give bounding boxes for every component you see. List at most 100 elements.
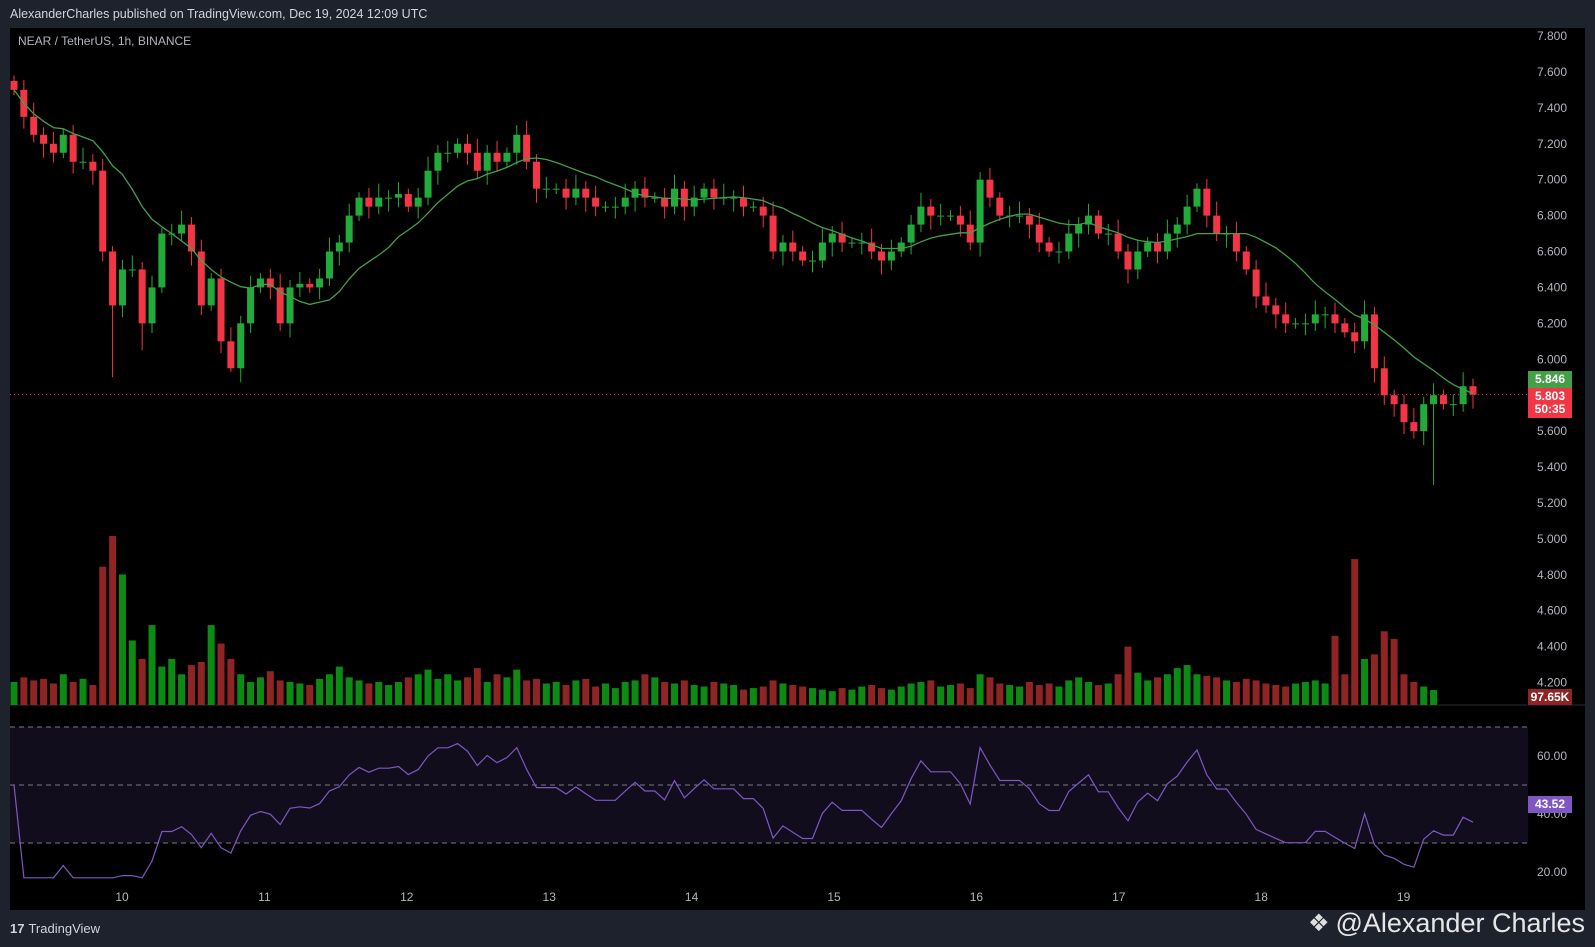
candle xyxy=(1439,389,1447,410)
candle-body xyxy=(887,251,895,261)
candle-body xyxy=(1104,233,1112,235)
candle xyxy=(631,181,639,212)
volume-bar xyxy=(631,680,639,705)
volume-bar xyxy=(1321,683,1329,705)
candle-body xyxy=(1035,224,1043,243)
volume-bar xyxy=(680,680,688,705)
candle-body xyxy=(523,134,531,162)
candle-body xyxy=(1321,314,1329,316)
volume-bar xyxy=(966,688,974,705)
candle xyxy=(1065,219,1073,260)
candle-body xyxy=(1183,206,1191,225)
candle xyxy=(1114,219,1122,260)
candle xyxy=(345,203,353,253)
candle-body xyxy=(10,80,18,90)
candle xyxy=(237,315,245,383)
time-tick-label: 18 xyxy=(1255,890,1269,904)
volume-bar xyxy=(700,686,708,705)
candle-body xyxy=(128,269,136,271)
price-tick-label: 6.600 xyxy=(1537,245,1567,259)
candle xyxy=(1449,394,1457,417)
volume-bar xyxy=(1292,683,1300,705)
candle-body xyxy=(296,283,304,288)
volume-bar xyxy=(306,685,314,705)
candle xyxy=(454,138,462,159)
candle xyxy=(325,237,333,287)
volume-bar xyxy=(79,678,87,705)
candle xyxy=(424,156,432,206)
candle xyxy=(59,129,67,159)
volume-bar xyxy=(956,683,964,705)
candle-body xyxy=(611,206,619,208)
candle-body xyxy=(69,134,77,162)
volume-bar xyxy=(917,681,925,705)
volume-bar xyxy=(976,674,984,705)
volume-bar xyxy=(1193,674,1201,705)
candle xyxy=(523,120,531,170)
time-tick-label: 12 xyxy=(400,890,414,904)
candle-body xyxy=(1154,242,1162,252)
candle-body xyxy=(1016,215,1024,217)
candle-body xyxy=(670,188,678,207)
candle xyxy=(917,192,925,233)
volume-bar xyxy=(463,677,471,705)
candle xyxy=(306,278,314,293)
candle xyxy=(473,138,481,179)
candle xyxy=(769,201,777,260)
volume-bar xyxy=(1144,680,1152,705)
volume-bar xyxy=(1154,677,1162,705)
candle xyxy=(40,127,48,158)
candle xyxy=(1223,226,1231,248)
candle-body xyxy=(49,143,57,153)
candle xyxy=(385,190,393,212)
price-tick-label: 7.600 xyxy=(1537,65,1567,79)
candle xyxy=(1410,408,1418,439)
volume-bar xyxy=(799,686,807,705)
candle xyxy=(956,205,964,237)
candle xyxy=(1144,237,1152,257)
candle-body xyxy=(956,215,964,225)
candle-body xyxy=(1203,188,1211,216)
candle xyxy=(611,196,619,219)
volume-bar xyxy=(335,666,343,705)
rsi-tick-label: 20.00 xyxy=(1537,865,1567,879)
chart-canvas[interactable]: 7.800 7.600 7.400 7.200 7.000 6.800 6.600 6.400… xyxy=(0,0,1595,947)
volume-bar xyxy=(1025,681,1033,705)
symbol-legend[interactable]: NEAR / TetherUS, 1h, BINANCE xyxy=(18,34,191,48)
volume-bar xyxy=(1242,678,1250,705)
candle-body xyxy=(473,152,481,171)
candle-body xyxy=(109,251,117,306)
volume-bar xyxy=(611,688,619,705)
candle xyxy=(1282,302,1290,334)
candle-body xyxy=(1292,323,1300,325)
volume-bar xyxy=(582,678,590,705)
price-tick-label: 6.000 xyxy=(1537,352,1567,366)
candle xyxy=(779,234,787,266)
candle-body xyxy=(1341,323,1349,333)
candle xyxy=(1193,183,1201,213)
candle xyxy=(1361,300,1369,349)
candle-body xyxy=(976,179,984,243)
candle-body xyxy=(1262,296,1270,306)
candle xyxy=(680,181,688,221)
candle xyxy=(1242,246,1250,275)
volume-bar xyxy=(907,683,915,705)
volume-bar xyxy=(552,681,560,705)
volume-bar xyxy=(592,686,600,705)
volume-bar xyxy=(601,683,609,705)
rsi-value-label: 43.52 xyxy=(1535,797,1565,811)
candle-body xyxy=(1193,188,1201,207)
volume-bar xyxy=(769,680,777,705)
volume-bar xyxy=(1045,683,1053,705)
candle xyxy=(907,214,915,255)
candle xyxy=(572,174,580,206)
volume-bar xyxy=(779,683,787,705)
candle xyxy=(1134,239,1142,280)
volume-bar xyxy=(385,685,393,705)
volume-bar xyxy=(1213,677,1221,705)
volume-bar xyxy=(828,691,836,705)
candle-body xyxy=(404,194,412,207)
candle xyxy=(197,239,205,316)
candle-body xyxy=(1400,404,1408,423)
volume-bar xyxy=(1331,635,1339,705)
